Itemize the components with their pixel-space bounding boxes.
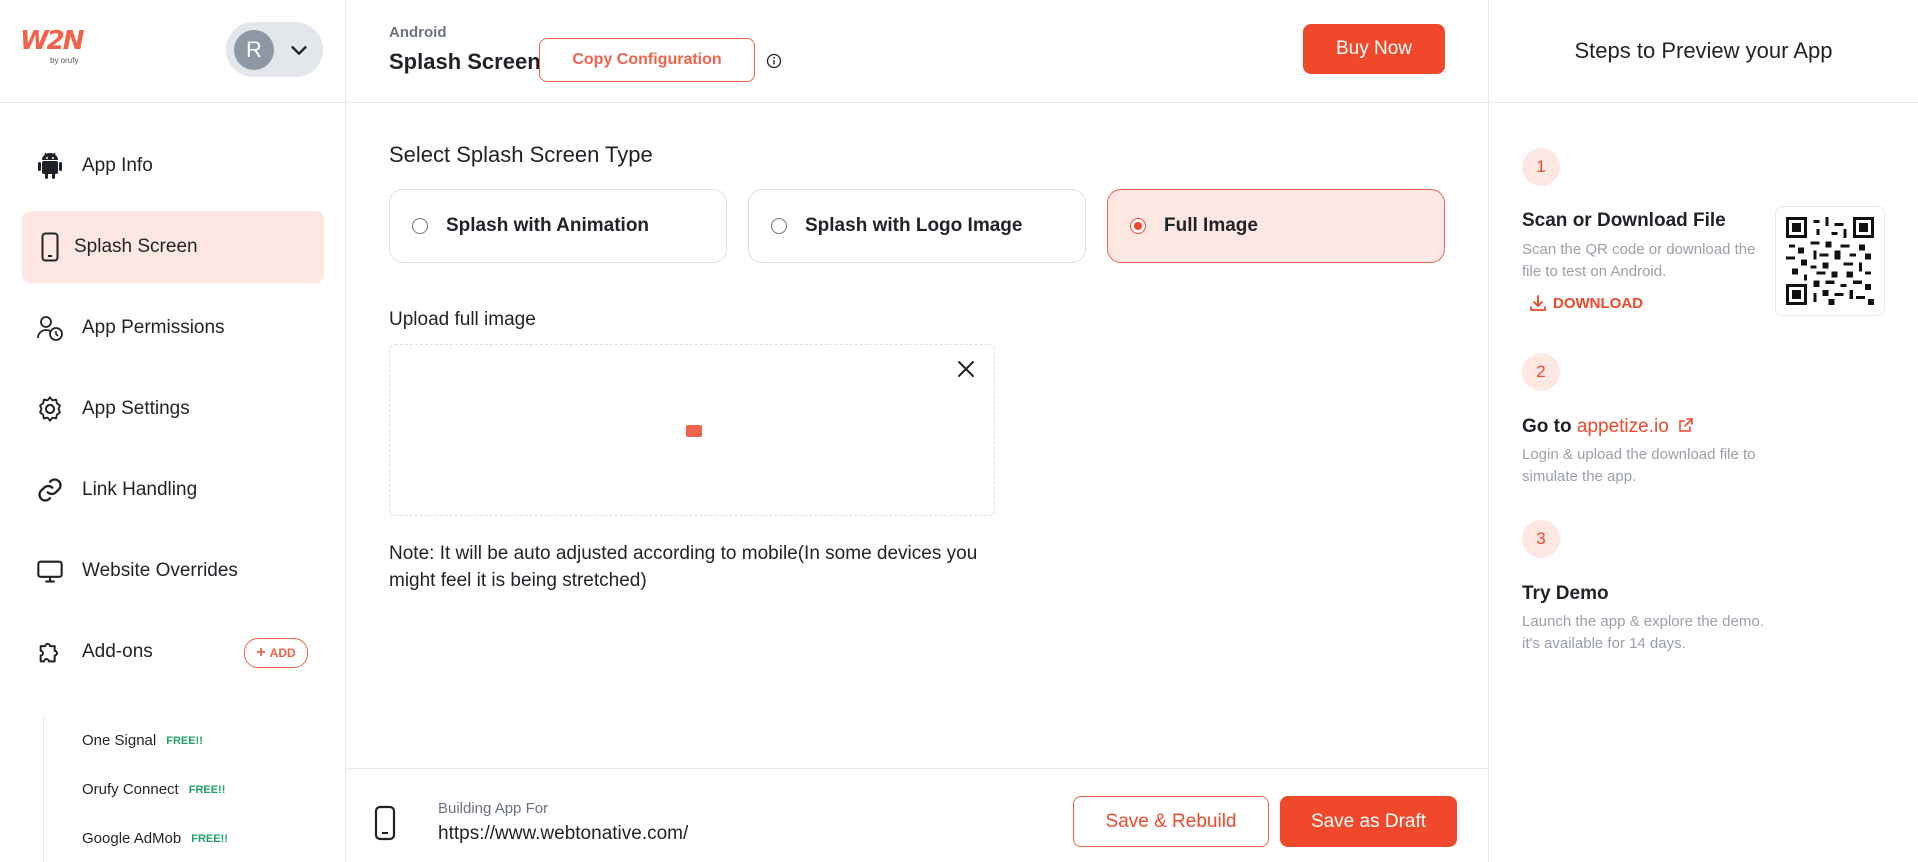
close-icon[interactable] <box>954 357 978 381</box>
sidebar-item-add-ons[interactable]: Add-ons + ADD <box>22 616 324 688</box>
chevron-down-icon <box>291 45 307 55</box>
sidebar-item-label: Add-ons <box>82 641 153 662</box>
sidebar-item-app-info[interactable]: App Info <box>22 130 324 202</box>
free-badge: FREE!! <box>188 783 226 796</box>
external-link-icon[interactable] <box>1678 417 1694 433</box>
download-label: DOWNLOAD <box>1553 294 1643 312</box>
sidebar-item-link-handling[interactable]: Link Handling <box>22 454 324 526</box>
sidebar-item-label: Splash Screen <box>74 236 198 257</box>
logo-subtext: by orufy <box>50 56 79 65</box>
radio-button-selected[interactable] <box>1130 218 1146 234</box>
appetize-link[interactable]: appetize.io <box>1577 416 1669 437</box>
page-title: Splash Screen <box>389 49 541 74</box>
building-app-label: Building App For <box>438 800 549 817</box>
buy-now-button[interactable]: Buy Now <box>1303 24 1445 74</box>
puzzle-icon <box>36 638 64 666</box>
logo-text: W2N <box>20 26 85 56</box>
sidebar-item-website-overrides[interactable]: Website Overrides <box>22 535 324 607</box>
splash-type-label: Splash with Animation <box>446 215 650 236</box>
sidebar-nav: App Info Splash Screen App Permissions A… <box>22 130 324 697</box>
download-icon <box>1530 295 1546 311</box>
android-icon <box>36 152 64 180</box>
addon-item-one-signal[interactable]: One Signal FREE!! <box>44 716 283 765</box>
sidebar-item-splash-screen[interactable]: Splash Screen <box>22 211 324 283</box>
sidebar-item-app-permissions[interactable]: App Permissions <box>22 292 324 364</box>
addon-label: Orufy Connect <box>82 781 179 798</box>
phone-icon <box>374 805 396 841</box>
panel-title: Steps to Preview your App <box>1489 0 1918 103</box>
step-number: 3 <box>1522 520 1560 558</box>
splash-type-label: Splash with Logo Image <box>805 215 1023 236</box>
sidebar-item-label: Website Overrides <box>82 560 238 581</box>
sidebar-header: W2N by orufy R <box>0 0 345 103</box>
free-badge: FREE!! <box>191 832 228 845</box>
phone-icon <box>36 232 64 262</box>
building-app-url: https://www.webtonative.com/ <box>438 823 689 844</box>
splash-type-animation[interactable]: Splash with Animation <box>389 189 727 263</box>
add-button-label: ADD <box>269 646 296 660</box>
bottom-bar: Building App For https://www.webtonative… <box>346 768 1488 862</box>
addon-item-google-admob[interactable]: Google AdMob FREE!! <box>44 814 283 862</box>
addon-item-orufy-connect[interactable]: Orufy Connect FREE!! <box>44 765 283 814</box>
step-description: Scan the QR code or download the file to… <box>1522 241 1756 280</box>
info-icon[interactable] <box>766 53 782 69</box>
sidebar: W2N by orufy R App Info Splash Screen Ap… <box>0 0 346 862</box>
gear-icon <box>36 395 64 423</box>
sidebar-item-label: App Permissions <box>82 317 225 338</box>
qr-code <box>1775 206 1885 316</box>
sidebar-item-app-settings[interactable]: App Settings <box>22 373 324 445</box>
platform-label: Android <box>389 24 447 41</box>
main-content: Select Splash Screen Type Splash with An… <box>346 104 1488 768</box>
sidebar-item-label: App Settings <box>82 398 190 419</box>
addon-list: One Signal FREE!! Orufy Connect FREE!! G… <box>43 716 283 862</box>
save-as-draft-button[interactable]: Save as Draft <box>1280 796 1457 847</box>
monitor-icon <box>36 557 64 585</box>
save-and-rebuild-button[interactable]: Save & Rebuild <box>1073 796 1269 847</box>
radio-button[interactable] <box>412 218 428 234</box>
addon-label: Google AdMob <box>82 830 182 847</box>
step-title: Try Demo <box>1522 583 1609 604</box>
step-title: Scan or Download File <box>1522 210 1726 231</box>
step-description: Login & upload the download file to simu… <box>1522 446 1756 485</box>
avatar: R <box>234 29 274 70</box>
user-menu[interactable]: R <box>226 22 323 77</box>
free-badge: FREE!! <box>166 734 203 747</box>
logo[interactable]: W2N by orufy <box>20 28 90 68</box>
sidebar-item-label: Link Handling <box>82 479 198 500</box>
plus-icon: + <box>256 644 266 661</box>
header: Android Splash Screen Copy Configuration… <box>346 0 1488 103</box>
splash-type-logo-image[interactable]: Splash with Logo Image <box>748 189 1086 263</box>
add-addon-button[interactable]: + ADD <box>244 638 308 668</box>
step-title-prefix: Go to <box>1522 416 1577 437</box>
splash-type-label: Full Image <box>1164 215 1258 236</box>
link-icon <box>36 476 64 504</box>
upload-label: Upload full image <box>389 309 536 330</box>
addon-label: One Signal <box>82 732 157 749</box>
user-clock-icon <box>36 314 64 342</box>
step-description: Launch the app & explore the demo. it's … <box>1522 613 1764 652</box>
step-title: Go to appetize.io <box>1522 416 1694 438</box>
step-number: 1 <box>1522 148 1560 186</box>
splash-type-full-image[interactable]: Full Image <box>1107 189 1445 263</box>
preview-steps-panel: Steps to Preview your App 1 Scan or Down… <box>1488 0 1918 862</box>
radio-button[interactable] <box>771 218 787 234</box>
copy-configuration-button[interactable]: Copy Configuration <box>539 38 755 82</box>
section-title: Select Splash Screen Type <box>389 142 653 167</box>
step-number: 2 <box>1522 353 1560 391</box>
uploaded-image-thumbnail <box>686 425 702 437</box>
sidebar-item-label: App Info <box>82 155 153 176</box>
download-link[interactable]: DOWNLOAD <box>1529 294 1643 312</box>
note-text: Note: It will be auto adjusted according… <box>389 543 978 591</box>
image-upload-area[interactable] <box>389 344 995 516</box>
